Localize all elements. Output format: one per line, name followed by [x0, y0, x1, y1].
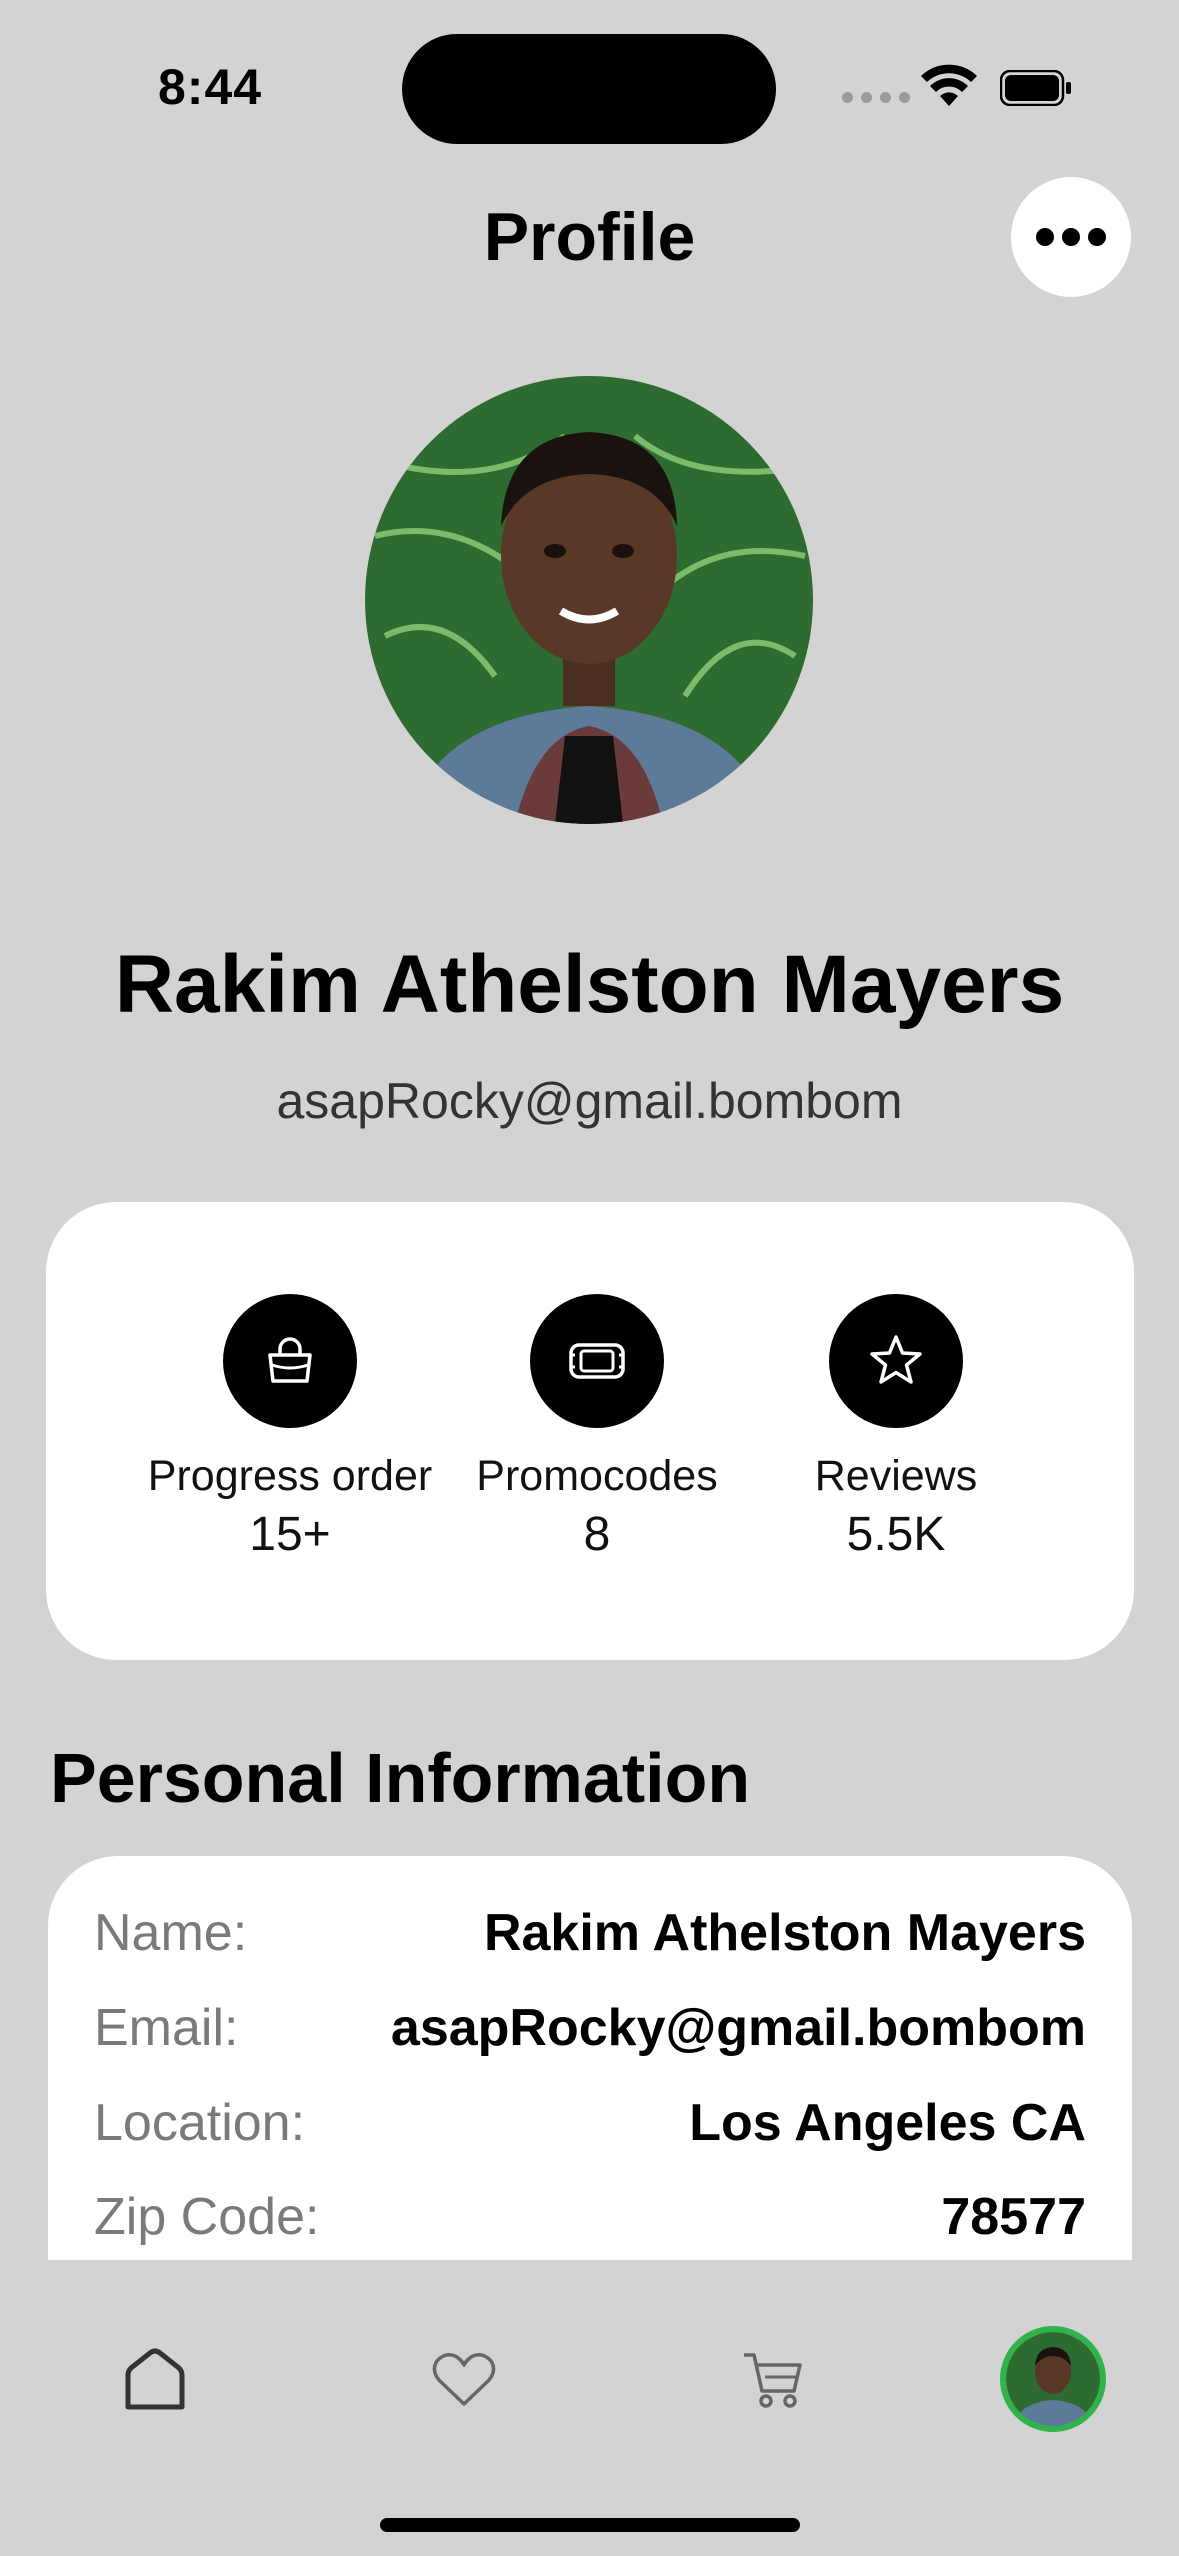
profile-avatar — [1006, 2332, 1100, 2426]
stat-value: 15+ — [249, 1508, 331, 1561]
page-title: Profile — [483, 199, 696, 275]
info-value: Rakim Athelston Mayers — [483, 1904, 1086, 1962]
tab-favorites[interactable] — [424, 2340, 504, 2420]
cart-icon — [744, 2353, 802, 2408]
stat-value: 5.5K — [846, 1508, 946, 1561]
info-key: Location: — [94, 2094, 306, 2152]
info-value: asapRocky@gmail.bombom — [390, 1999, 1086, 2057]
profile-avatar — [365, 376, 813, 824]
stat-progress-order[interactable]: Progress order 15+ — [130, 1294, 450, 1562]
stat-label: Reviews — [814, 1452, 978, 1500]
stat-promocodes[interactable]: Promocodes 8 — [437, 1294, 757, 1562]
info-key: Name: — [94, 1904, 248, 1962]
cellular-signal-icon — [842, 92, 910, 103]
battery-icon — [1000, 70, 1071, 106]
info-value: Los Angeles CA — [689, 2094, 1086, 2152]
info-row-email: Email: asapRocky@gmail.bombom — [94, 1993, 1086, 2063]
ellipsis-icon — [1036, 228, 1054, 246]
more-options-button[interactable] — [1011, 177, 1131, 297]
profile-email: asapRocky@gmail.bombom — [276, 1073, 903, 1129]
stat-icon-circle — [829, 1294, 963, 1428]
info-key: Email: — [94, 1999, 239, 2057]
stat-reviews[interactable]: Reviews 5.5K — [736, 1294, 1056, 1562]
status-time: 8:44 — [158, 59, 263, 115]
info-row-zip: Zip Code: 78577 — [94, 2182, 1086, 2252]
info-row-name: Name: Rakim Athelston Mayers — [94, 1898, 1086, 1968]
tab-profile[interactable] — [1000, 2326, 1106, 2432]
ticket-icon — [569, 1343, 625, 1379]
stat-icon-circle — [530, 1294, 664, 1428]
info-key: Zip Code: — [94, 2188, 320, 2246]
section-title: Personal Information — [50, 1739, 751, 1817]
dynamic-island — [402, 34, 776, 144]
heart-icon — [432, 2353, 496, 2406]
home-icon — [125, 2348, 185, 2410]
personal-info-card: Name: Rakim Athelston Mayers Email: asap… — [48, 1856, 1132, 2260]
shopping-bag-icon — [268, 1337, 312, 1383]
info-row-location: Location: Los Angeles CA — [94, 2088, 1086, 2158]
tab-cart[interactable] — [733, 2340, 813, 2420]
stats-card: Progress order 15+ Promocodes 8 Reviews … — [46, 1202, 1134, 1660]
star-icon — [870, 1335, 922, 1384]
stat-label: Promocodes — [476, 1452, 718, 1500]
stat-icon-circle — [223, 1294, 357, 1428]
info-value: 78577 — [941, 2188, 1086, 2246]
tab-home[interactable] — [115, 2340, 195, 2420]
stat-label: Progress order — [147, 1452, 433, 1500]
profile-name: Rakim Athelston Mayers — [114, 939, 1065, 1030]
stat-value: 8 — [583, 1508, 611, 1561]
wifi-icon — [921, 64, 977, 106]
home-indicator — [380, 2518, 800, 2532]
